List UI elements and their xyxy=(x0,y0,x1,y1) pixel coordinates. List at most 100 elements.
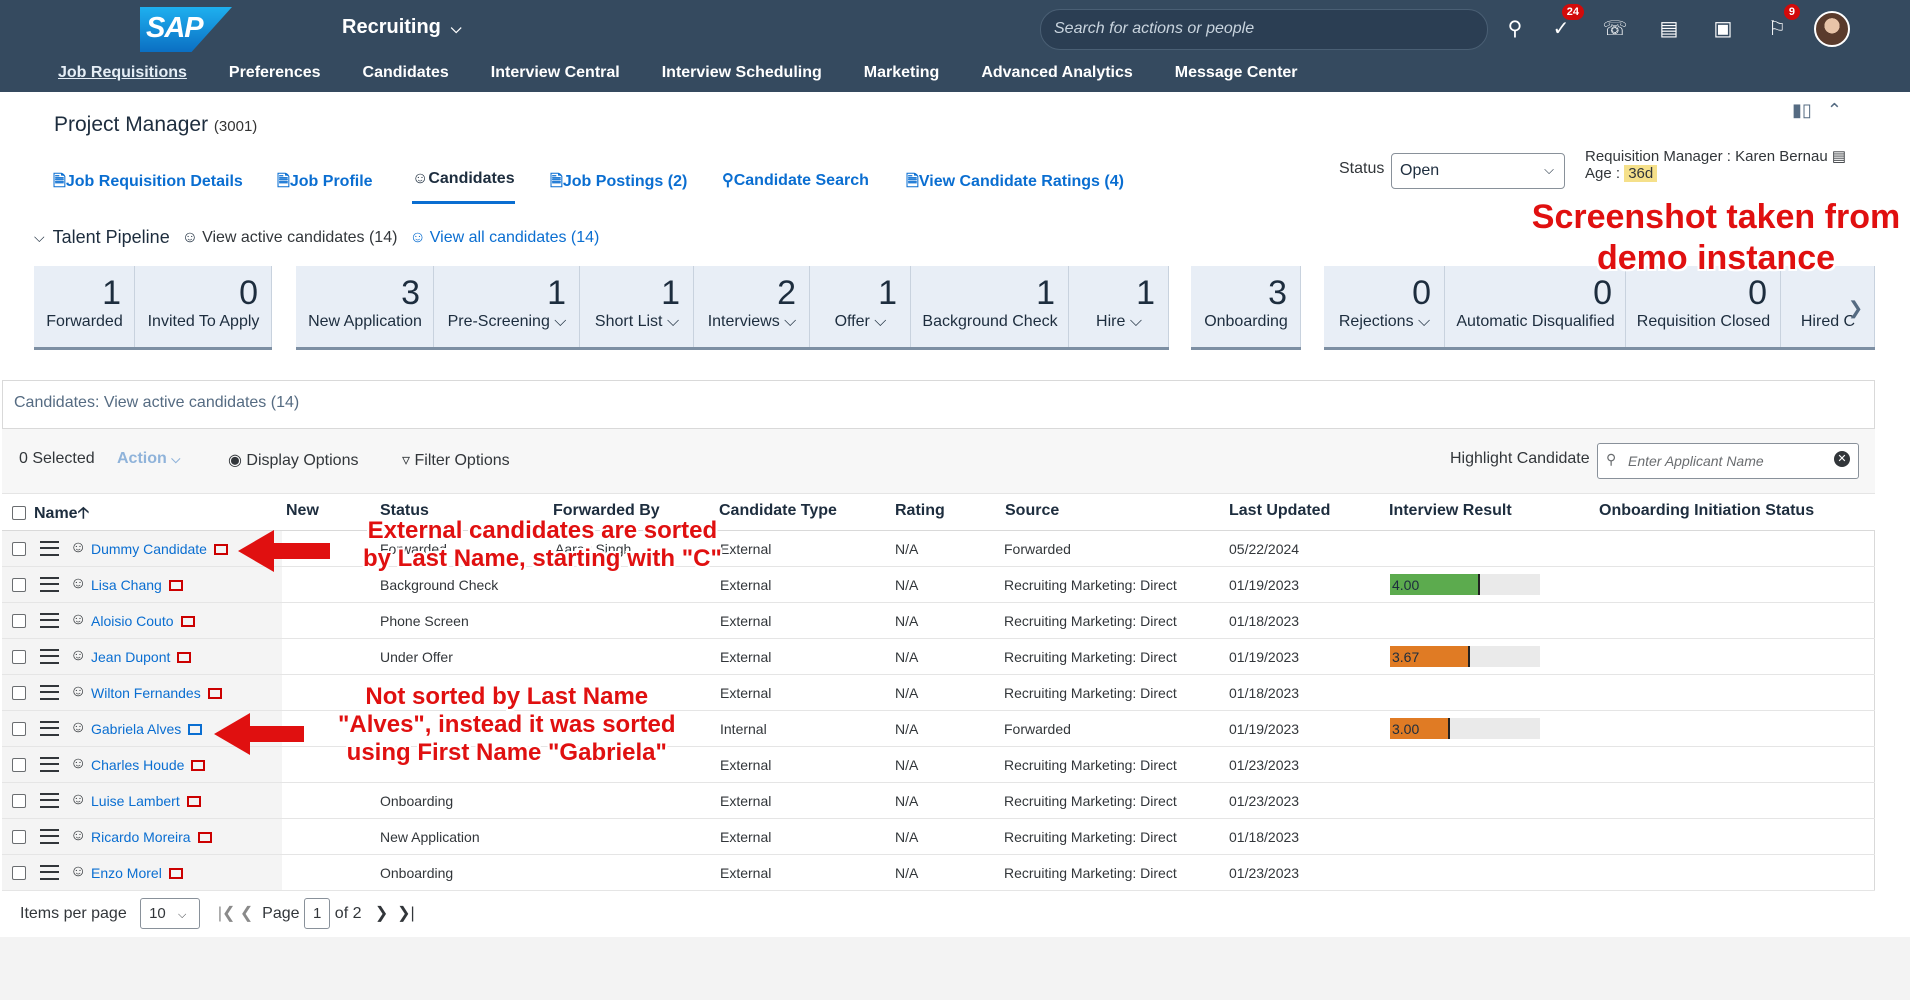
nav-candidates[interactable]: Candidates xyxy=(363,64,449,82)
col-source[interactable]: Source xyxy=(1005,502,1059,520)
pipeline-stage[interactable]: 3 New Application xyxy=(296,266,434,350)
book-icon[interactable]: ▤ xyxy=(1652,12,1686,46)
pipeline-stage[interactable]: 1 Background Check xyxy=(911,266,1069,350)
row-checkbox[interactable] xyxy=(12,722,26,736)
page-number-input[interactable]: 1 xyxy=(304,898,331,929)
collapse-icon[interactable]: ⌃ xyxy=(1827,100,1842,120)
pipeline-stage[interactable]: 1 Offer ⌵ xyxy=(810,266,911,350)
candidate-name-link[interactable]: Charles Houde xyxy=(91,757,206,773)
col-last-updated[interactable]: Last Updated xyxy=(1229,502,1330,520)
table-row[interactable]: ☺ Aloisio Couto Phone Screen External N/A Rec… xyxy=(2,603,1875,639)
nav-marketing[interactable]: Marketing xyxy=(864,64,940,82)
candidate-name-link[interactable]: Aloisio Couto xyxy=(91,613,195,629)
sap-logo[interactable]: SAP xyxy=(140,7,232,52)
tab-job-requisition-details[interactable]: 🗎Job Requisition Details xyxy=(53,170,243,197)
candidate-name-link[interactable]: Gabriela Alves xyxy=(91,721,203,737)
req-manager-value[interactable]: Karen Bernau xyxy=(1735,148,1828,165)
col-interview-result[interactable]: Interview Result xyxy=(1389,502,1512,520)
app-menu-button[interactable]: Recruiting ⌵ xyxy=(342,16,462,39)
clear-icon[interactable]: ✕ xyxy=(1834,451,1850,467)
select-all-checkbox[interactable] xyxy=(12,506,26,520)
view-all-candidates-link[interactable]: View all candidates (14) xyxy=(430,229,600,247)
col-onboarding-status[interactable]: Onboarding Initiation Status xyxy=(1599,502,1814,520)
pipeline-stage[interactable]: 1 Hire ⌵ xyxy=(1069,266,1169,350)
global-search-input[interactable]: Search for actions or people xyxy=(1040,9,1488,50)
highlight-candidate-input[interactable]: ⚲ Enter Applicant Name ✕ xyxy=(1597,443,1859,479)
candidate-name-link[interactable]: Luise Lambert xyxy=(91,793,201,809)
display-options-button[interactable]: ◉ Display Options xyxy=(228,450,358,470)
row-menu-icon[interactable] xyxy=(40,721,59,736)
pipeline-stage[interactable]: 1 Pre-Screening ⌵ xyxy=(434,266,580,350)
row-checkbox[interactable] xyxy=(12,614,26,628)
tab-candidates[interactable]: ☺Candidates xyxy=(412,170,515,188)
avatar[interactable] xyxy=(1814,11,1850,47)
view-active-candidates[interactable]: View active candidates (14) xyxy=(202,229,397,247)
guide-icon[interactable]: ▣ xyxy=(1706,12,1740,46)
row-menu-icon[interactable] xyxy=(40,613,59,628)
table-row[interactable]: ☺ Wilton Fernandes External N/A Recruiting M… xyxy=(2,675,1875,711)
status-select[interactable]: Open ⌵ xyxy=(1391,153,1565,189)
previous-page-icon[interactable]: ❮ xyxy=(240,905,253,922)
row-checkbox[interactable] xyxy=(12,650,26,664)
chart-icon[interactable]: ▮▯ xyxy=(1792,100,1812,120)
nav-interview-scheduling[interactable]: Interview Scheduling xyxy=(662,64,822,82)
tab-view-candidate-ratings[interactable]: 🗎View Candidate Ratings (4) xyxy=(906,170,1124,197)
row-menu-icon[interactable] xyxy=(40,757,59,772)
todo-icon[interactable]: ✓ 24 xyxy=(1544,4,1584,46)
tab-job-profile[interactable]: 🗎Job Profile xyxy=(277,170,373,197)
search-icon[interactable]: ⚲ xyxy=(1498,12,1532,46)
row-checkbox[interactable] xyxy=(12,686,26,700)
items-per-page-select[interactable]: 10 ⌵ xyxy=(140,898,201,929)
row-checkbox[interactable] xyxy=(12,830,26,844)
candidate-name-link[interactable]: Enzo Morel xyxy=(91,865,183,881)
pipeline-stage[interactable]: 1 Forwarded xyxy=(34,266,135,350)
candidate-name-link[interactable]: Ricardo Moreira xyxy=(91,829,212,845)
pipeline-stage[interactable]: 0 Invited To Apply xyxy=(135,266,272,350)
row-checkbox[interactable] xyxy=(12,866,26,880)
col-candidate-type[interactable]: Candidate Type xyxy=(719,502,837,520)
first-page-icon[interactable]: |❮ xyxy=(218,905,236,922)
filter-options-button[interactable]: ▿ Filter Options xyxy=(402,450,510,470)
candidate-name-link[interactable]: Jean Dupont xyxy=(91,649,192,665)
table-row[interactable]: ☺ Luise Lambert Onboarding External N/A Recru… xyxy=(2,783,1875,819)
nav-interview-central[interactable]: Interview Central xyxy=(491,64,620,82)
pipeline-stage[interactable]: 2 Interviews ⌵ xyxy=(694,266,810,350)
headset-icon[interactable]: ☏ xyxy=(1598,12,1632,46)
row-menu-icon[interactable] xyxy=(40,649,59,664)
table-row[interactable]: ☺ Jean Dupont Under Offer External N/A Recrui… xyxy=(2,639,1875,675)
collapse-chevron-icon[interactable]: ⌵ xyxy=(34,229,45,246)
last-page-icon[interactable]: ❯| xyxy=(397,905,415,922)
tab-job-postings[interactable]: 🗎Job Postings (2) xyxy=(550,170,687,197)
action-menu-button[interactable]: Action ⌵ xyxy=(117,450,180,468)
candidate-name-link[interactable]: Lisa Chang xyxy=(91,577,183,593)
row-checkbox[interactable] xyxy=(12,794,26,808)
pipeline-stage[interactable]: 3 Onboarding xyxy=(1191,266,1301,350)
bell-icon[interactable]: ⚐ 9 xyxy=(1760,4,1800,46)
contact-card-icon[interactable]: ▤ xyxy=(1832,148,1846,165)
row-menu-icon[interactable] xyxy=(40,829,59,844)
candidate-name-link[interactable]: Dummy Candidate xyxy=(91,541,228,557)
nav-preferences[interactable]: Preferences xyxy=(229,64,321,82)
nav-message-center[interactable]: Message Center xyxy=(1175,64,1298,82)
chevron-right-icon[interactable]: ❯ xyxy=(1848,298,1863,319)
nav-advanced-analytics[interactable]: Advanced Analytics xyxy=(981,64,1132,82)
row-menu-icon[interactable] xyxy=(40,541,59,556)
row-menu-icon[interactable] xyxy=(40,685,59,700)
row-checkbox[interactable] xyxy=(12,578,26,592)
table-row[interactable]: ☺ Enzo Morel Onboarding External N/A Recruiti… xyxy=(2,855,1875,891)
row-checkbox[interactable] xyxy=(12,758,26,772)
tab-candidate-search[interactable]: ⚲Candidate Search xyxy=(722,170,869,190)
pipeline-stage[interactable]: 0 Rejections ⌵ xyxy=(1324,266,1445,350)
col-name[interactable]: Name🡡 xyxy=(34,502,89,529)
pipeline-stage[interactable]: 1 Short List ⌵ xyxy=(580,266,694,350)
table-row[interactable]: ☺ Ricardo Moreira New Application External N… xyxy=(2,819,1875,855)
row-menu-icon[interactable] xyxy=(40,865,59,880)
next-page-icon[interactable]: ❯ xyxy=(375,905,388,922)
candidate-name-link[interactable]: Wilton Fernandes xyxy=(91,685,222,701)
col-new[interactable]: New xyxy=(286,502,319,520)
nav-job-requisitions[interactable]: Job Requisitions xyxy=(58,64,187,82)
row-menu-icon[interactable] xyxy=(40,793,59,808)
col-rating[interactable]: Rating xyxy=(895,502,945,520)
row-checkbox[interactable] xyxy=(12,542,26,556)
row-menu-icon[interactable] xyxy=(40,577,59,592)
